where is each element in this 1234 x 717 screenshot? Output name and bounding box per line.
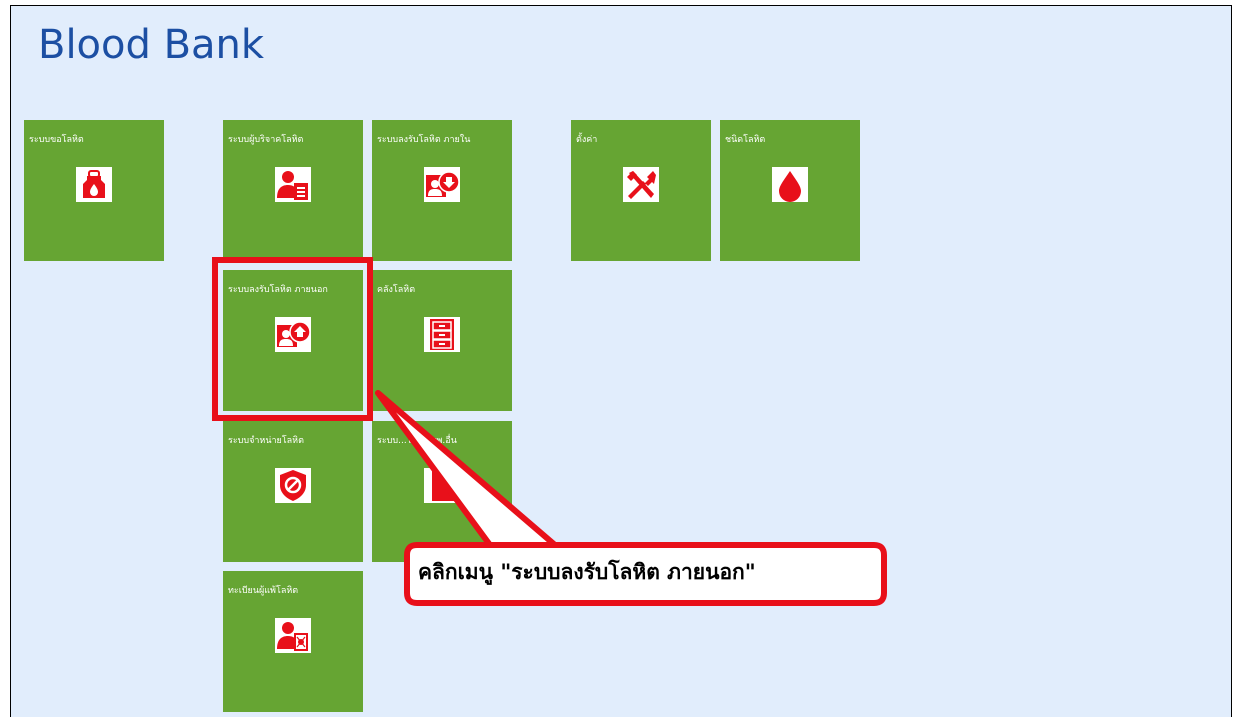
donor-document-icon <box>275 167 311 202</box>
tile-label: ทะเบียนผู้แพ้โลหิต <box>228 586 299 596</box>
tile-donor-system[interactable]: ระบบผู้บริจาคโลหิต <box>223 120 363 261</box>
blood-bag-icon <box>76 167 112 202</box>
tile-label: ระบบขอโลหิต <box>29 135 84 145</box>
tile-label: ระบบลงรับโลหิต ภายใน <box>377 135 471 145</box>
cabinet-icon <box>424 317 460 352</box>
tile-other-hospital[interactable]: ระบบ...โลหิต รพ.อื่น <box>372 421 512 562</box>
tile-label: ระบบผู้บริจาคโลหิต <box>228 135 304 145</box>
tile-label: ระบบลงรับโลหิต ภายนอก <box>228 285 328 295</box>
callout-text: คลิกเมนู "ระบบลงรับโลหิต ภายนอก" <box>418 560 756 584</box>
tile-allergy-registry[interactable]: ทะเบียนผู้แพ้โลหิต <box>223 571 363 712</box>
tile-blood-request[interactable]: ระบบขอโลหิต <box>24 120 164 261</box>
app-window: Blood Bank <box>10 5 1232 717</box>
user-allergy-icon <box>275 618 311 653</box>
tile-label: คลังโลหิต <box>377 285 416 295</box>
tile-blood-dispense[interactable]: ระบบจำหน่ายโลหิต <box>223 421 363 562</box>
user-upload-icon <box>275 317 311 352</box>
tools-icon <box>623 167 659 202</box>
tile-external-receive[interactable]: ระบบลงรับโลหิต ภายนอก <box>223 270 363 411</box>
tile-label: ชนิดโลหิต <box>725 135 766 145</box>
page-title: Blood Bank <box>38 22 265 68</box>
document-icon <box>424 468 460 503</box>
tile-blood-type[interactable]: ชนิดโลหิต <box>720 120 860 261</box>
tile-label: ระบบจำหน่ายโลหิต <box>228 436 304 446</box>
user-receive-icon <box>424 167 460 202</box>
shield-block-icon <box>275 468 311 503</box>
tile-internal-receive[interactable]: ระบบลงรับโลหิต ภายใน <box>372 120 512 261</box>
tile-settings[interactable]: ตั้งค่า <box>571 120 711 261</box>
tile-label: ตั้งค่า <box>576 135 598 145</box>
blood-drop-icon <box>772 167 808 202</box>
tile-blood-stock[interactable]: คลังโลหิต <box>372 270 512 411</box>
tile-label: ระบบ...โลหิต รพ.อื่น <box>377 436 457 446</box>
